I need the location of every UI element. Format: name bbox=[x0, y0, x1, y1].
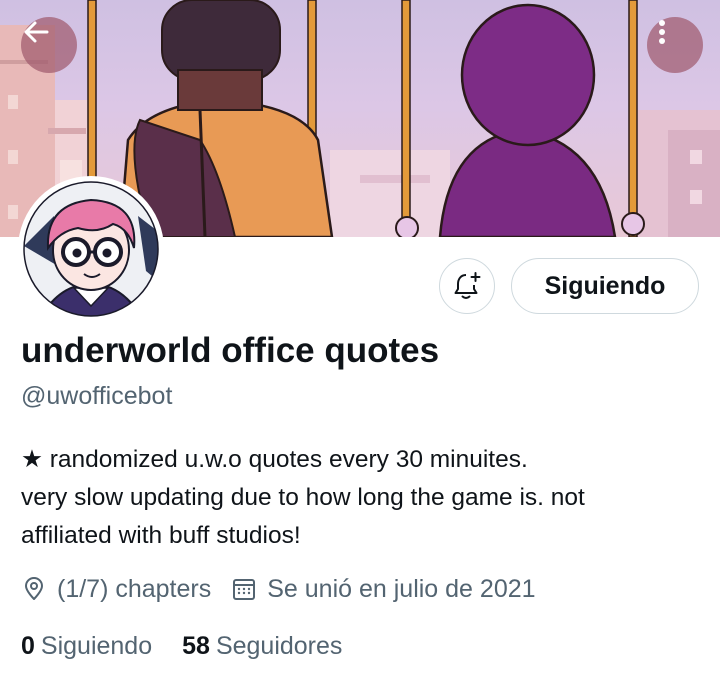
following-button[interactable]: Siguiendo bbox=[511, 258, 699, 314]
bio-line: ★ randomized u.w.o quotes every 30 minui… bbox=[21, 446, 528, 473]
following-count-link[interactable]: 0 Siguiendo bbox=[21, 632, 152, 661]
profile-handle: @uwofficebot bbox=[21, 382, 173, 410]
location-text: (1/7) chapters bbox=[57, 574, 212, 603]
profile-stats: 0 Siguiendo 58 Seguidores bbox=[21, 628, 342, 664]
profile-avatar[interactable] bbox=[18, 176, 164, 322]
followers-count-link[interactable]: 58 Seguidores bbox=[182, 632, 342, 661]
profile-display-name: underworld office quotes bbox=[21, 331, 440, 370]
profile-join-date: Se unió en julio de 2021 bbox=[231, 574, 536, 604]
location-pin-icon bbox=[25, 577, 43, 600]
followers-count: 58 bbox=[182, 631, 210, 660]
following-label: Siguiendo bbox=[40, 631, 153, 660]
notifications-button[interactable] bbox=[439, 258, 495, 314]
more-vertical-icon bbox=[659, 20, 665, 44]
profile-meta: (1/7) chapters Se unió en julio de 2021 bbox=[21, 571, 536, 607]
arrow-left-icon bbox=[24, 21, 49, 43]
calendar-icon bbox=[233, 579, 256, 600]
bell-plus-icon bbox=[454, 272, 481, 299]
back-button[interactable] bbox=[21, 17, 77, 73]
following-count: 0 bbox=[21, 631, 35, 660]
join-date-text: Se unió en julio de 2021 bbox=[267, 574, 536, 603]
bio-line: very slow updating due to how long the g… bbox=[21, 484, 585, 511]
profile-bio: ★ randomized u.w.o quotes every 30 minui… bbox=[21, 441, 701, 555]
bio-line: affiliated with buff studios! bbox=[21, 522, 301, 549]
avatar-illustration bbox=[22, 180, 160, 318]
followers-label: Seguidores bbox=[215, 631, 343, 660]
more-options-button[interactable] bbox=[647, 17, 703, 73]
profile-location: (1/7) chapters bbox=[21, 575, 211, 604]
